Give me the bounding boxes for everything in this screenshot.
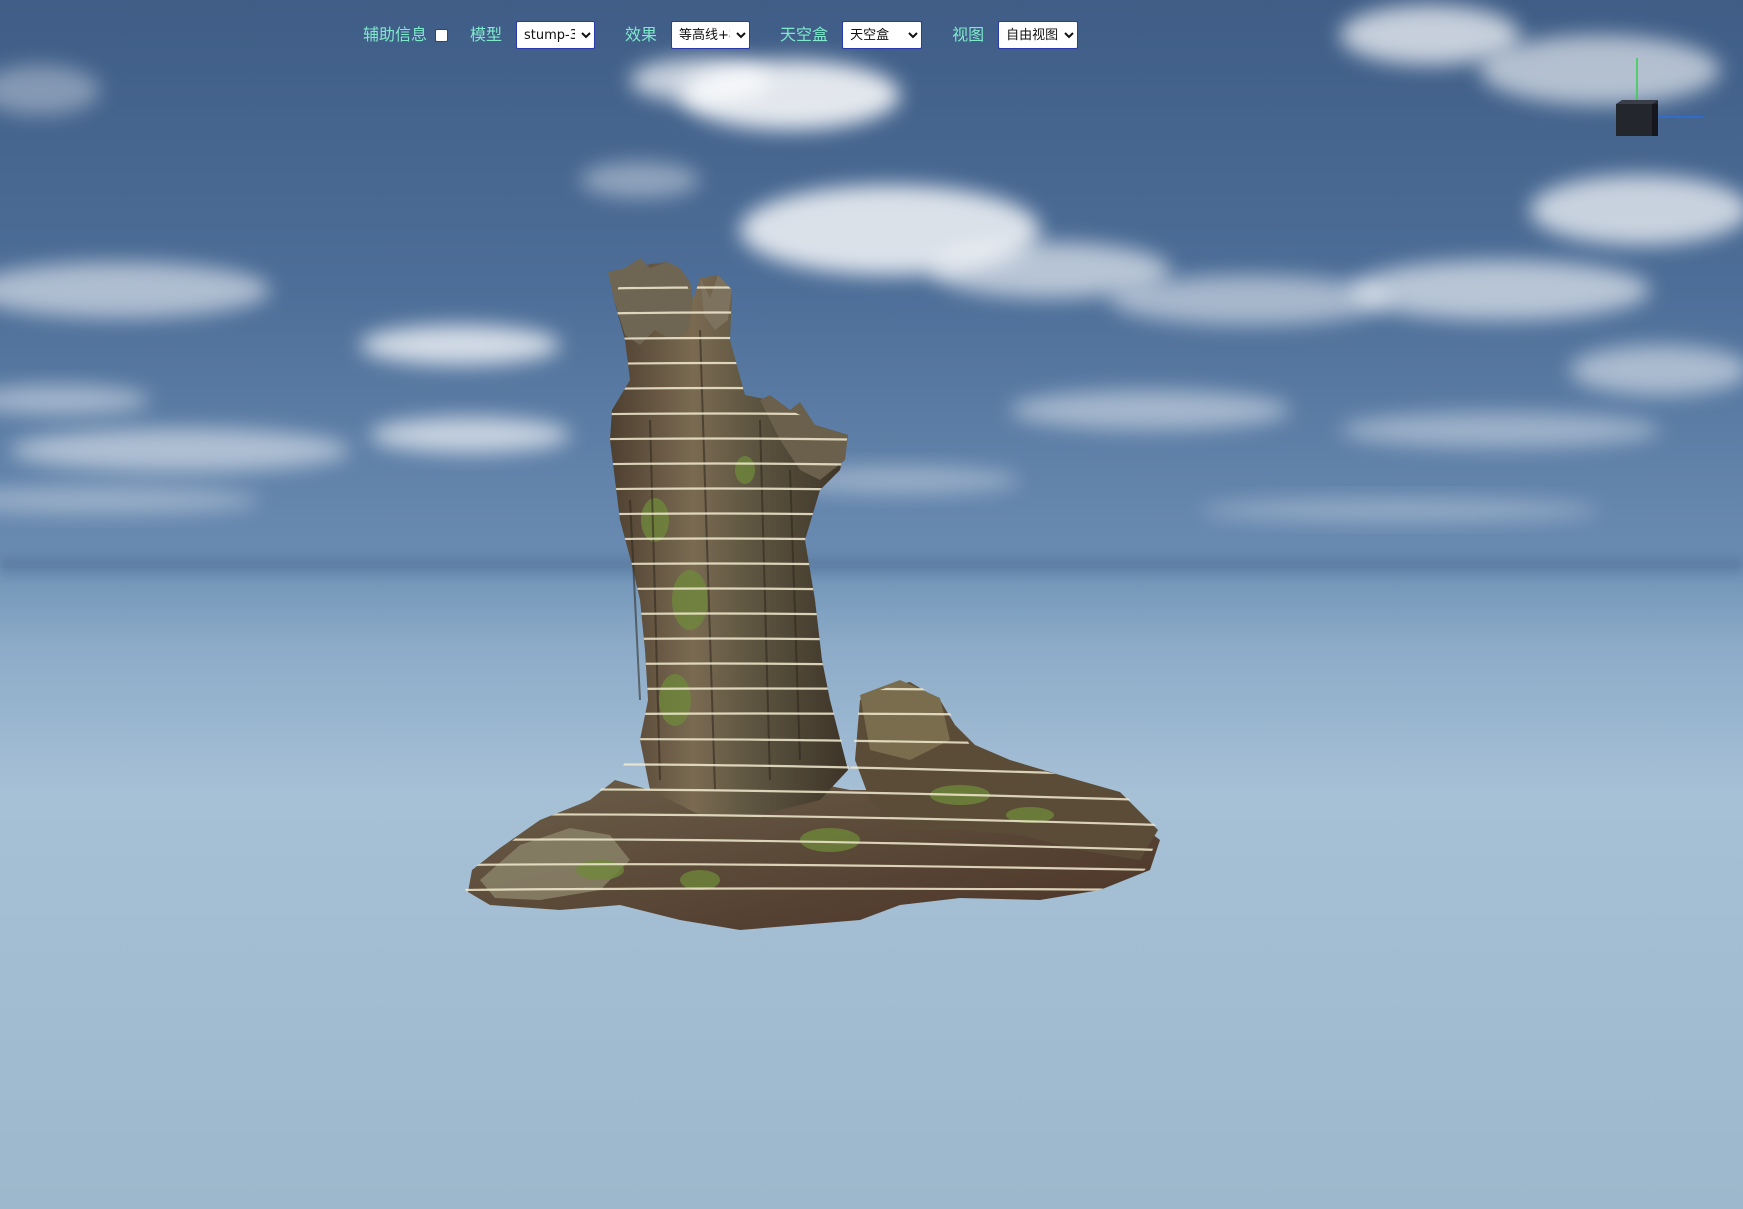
effect-label: 效果 bbox=[625, 25, 658, 44]
horizon-haze bbox=[0, 556, 1743, 574]
model-label: 模型 bbox=[470, 25, 503, 44]
helper-info-label: 辅助信息 bbox=[363, 25, 428, 44]
skybox-select[interactable]: 天空盒 bbox=[842, 21, 923, 49]
view-label: 视图 bbox=[952, 25, 985, 44]
control-toolbar: 辅助信息 模型 stump-3 效果 等高线+核 天空盒 天空盒 视图 自由视图 bbox=[363, 20, 1079, 50]
scene-canvas[interactable] bbox=[0, 0, 1743, 1209]
skybox-label: 天空盒 bbox=[780, 25, 829, 44]
helper-info-checkbox[interactable] bbox=[435, 28, 449, 42]
view-select[interactable]: 自由视图 bbox=[998, 21, 1079, 49]
model-select[interactable]: stump-3 bbox=[516, 21, 596, 49]
3d-viewport[interactable]: 辅助信息 模型 stump-3 效果 等高线+核 天空盒 天空盒 视图 自由视图 bbox=[0, 0, 1743, 1209]
camera-cube-icon[interactable] bbox=[1616, 100, 1658, 136]
effect-select[interactable]: 等高线+核 bbox=[671, 21, 751, 49]
